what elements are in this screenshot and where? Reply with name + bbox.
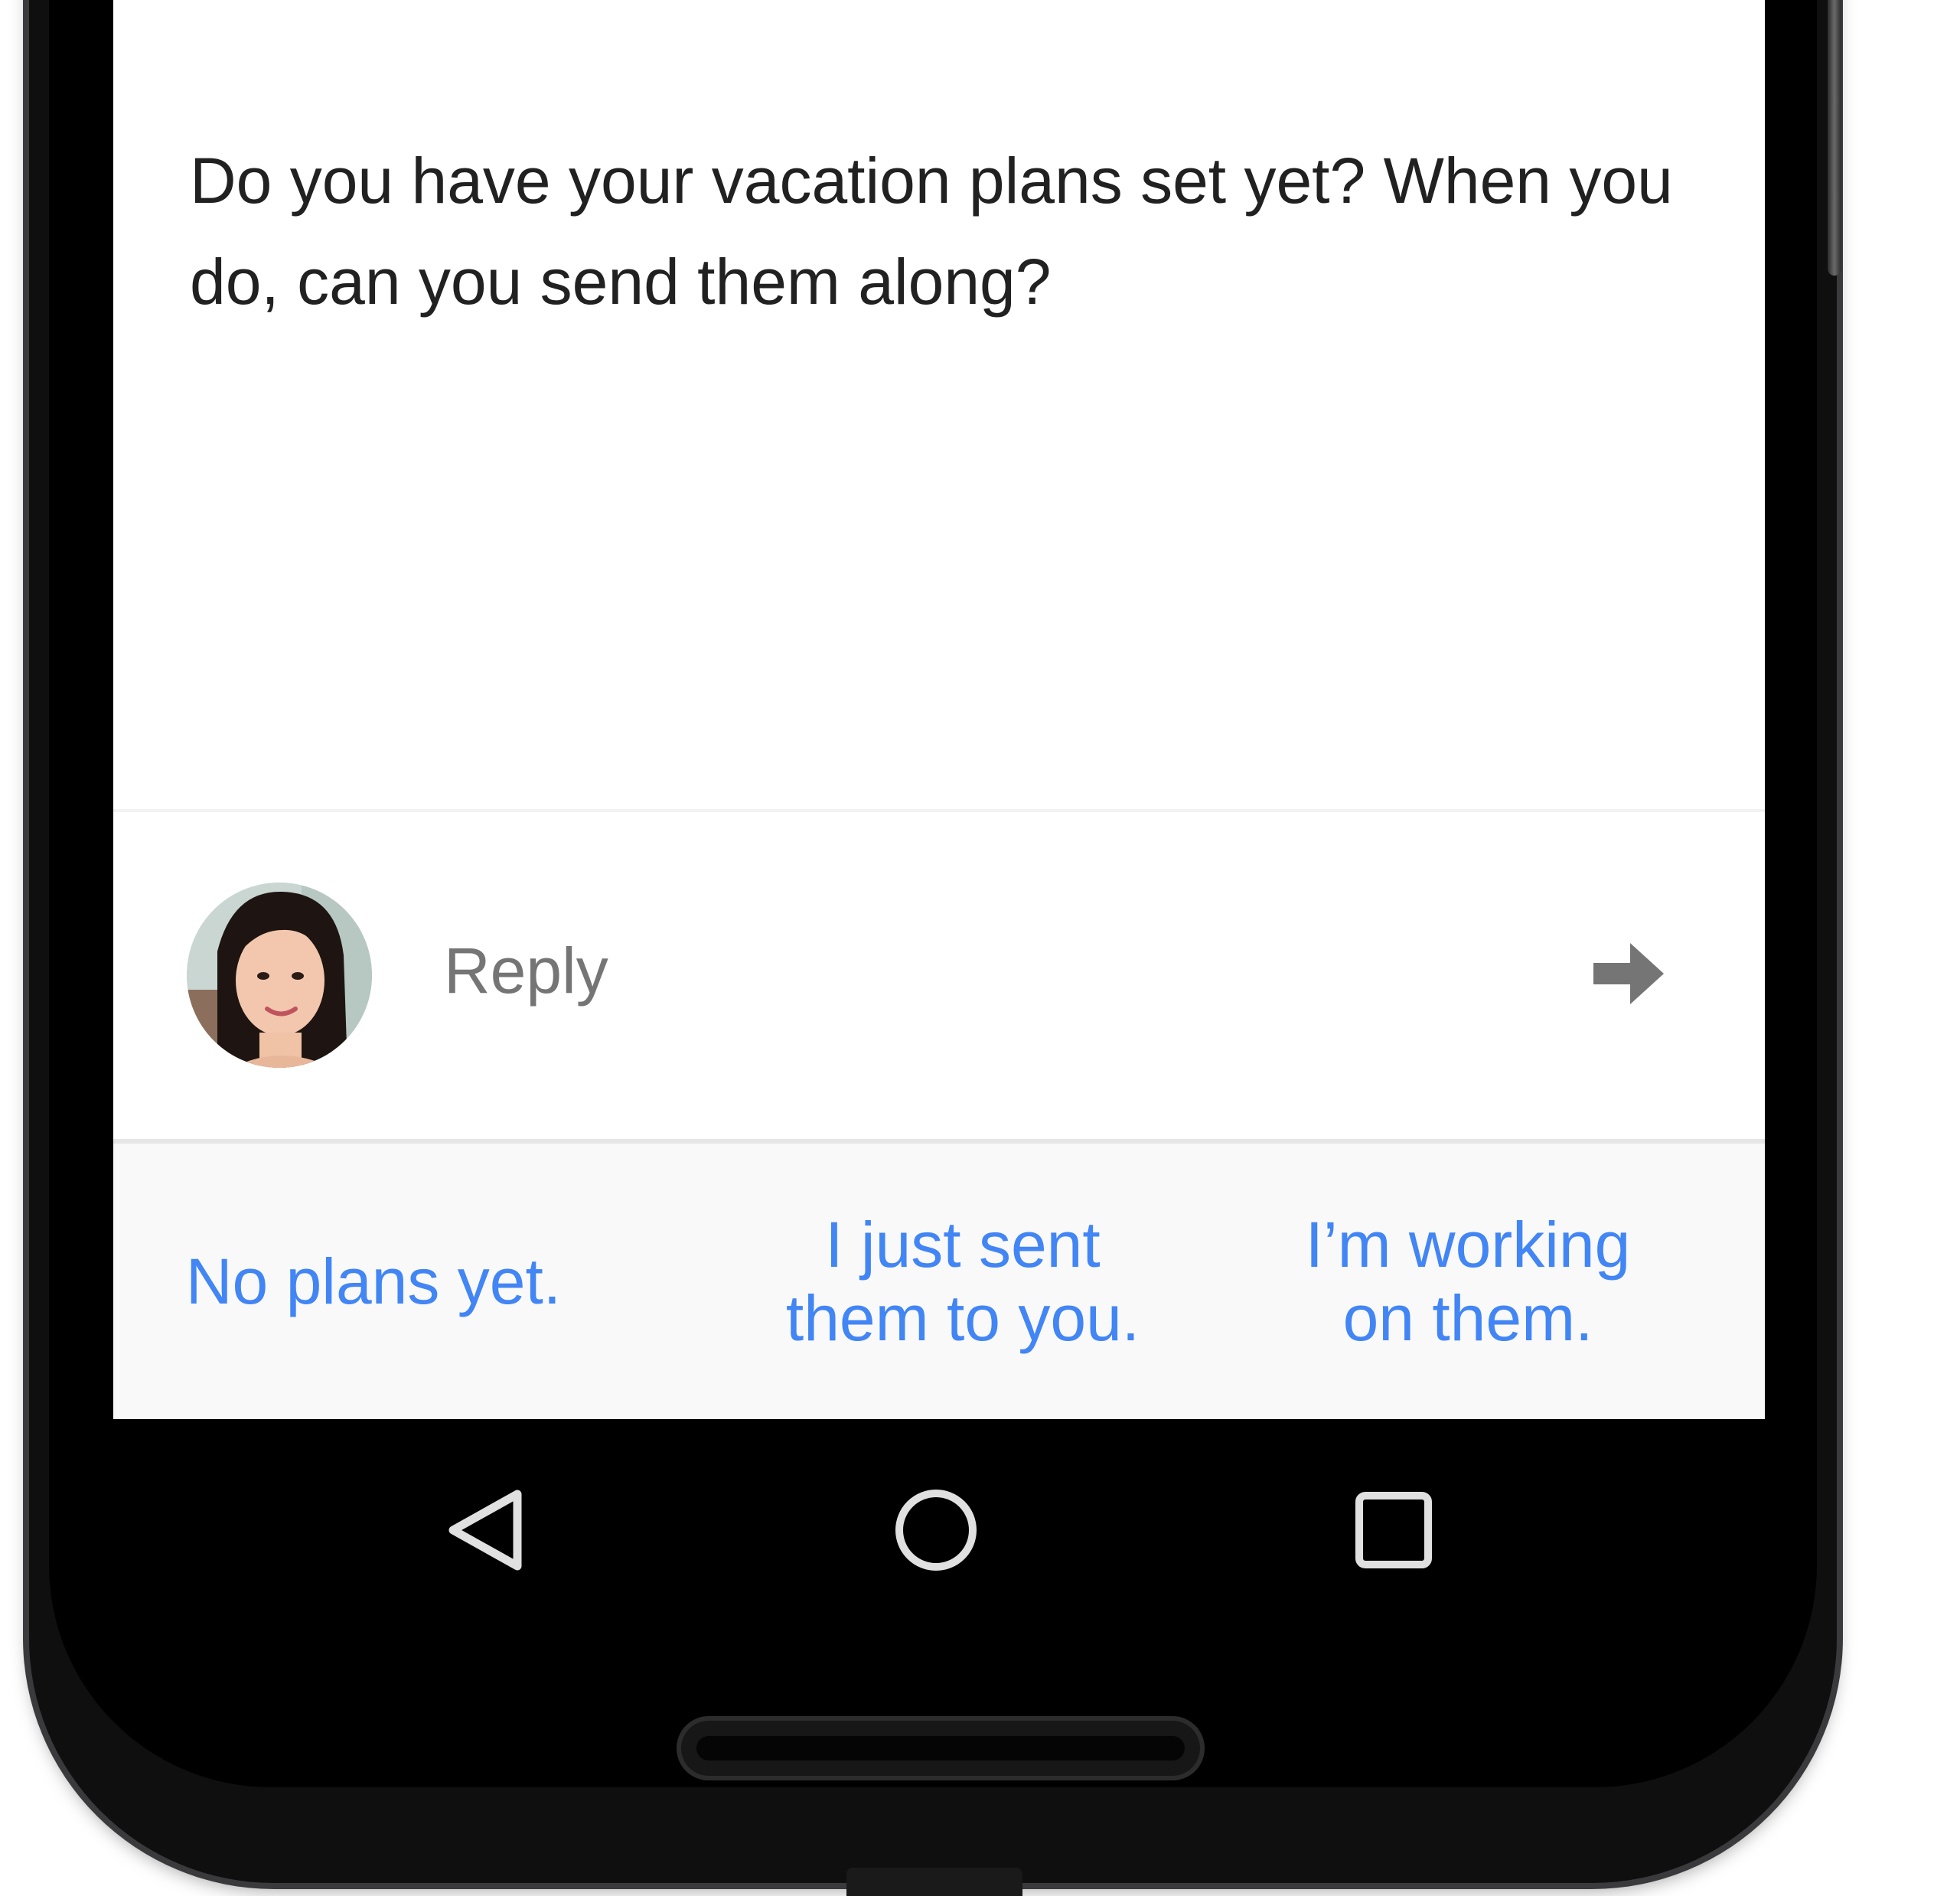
smart-reply-label: No plans yet. bbox=[185, 1245, 562, 1317]
back-triangle-icon[interactable] bbox=[427, 1473, 542, 1588]
speaker-grille bbox=[677, 1716, 1205, 1780]
phone-mockup: Do you have your vacation plans set yet?… bbox=[0, 0, 1960, 1896]
phone-screen: Do you have your vacation plans set yet?… bbox=[113, 0, 1765, 1640]
reply-input[interactable]: Reply bbox=[444, 932, 608, 1009]
home-circle-icon[interactable] bbox=[879, 1473, 993, 1588]
bottom-port bbox=[846, 1868, 1022, 1896]
smart-reply-label: I just sent them to you. bbox=[785, 1209, 1140, 1354]
smart-reply-working[interactable]: I’m working on them. bbox=[1223, 1144, 1713, 1419]
avatar bbox=[187, 883, 372, 1068]
side-button bbox=[1828, 0, 1841, 276]
smart-reply-bar: No plans yet. I just sent them to you. I… bbox=[113, 1144, 1765, 1419]
smart-reply-just-sent[interactable]: I just sent them to you. bbox=[695, 1144, 1231, 1419]
smart-reply-label: I’m working on them. bbox=[1305, 1209, 1631, 1354]
navigation-bar bbox=[113, 1419, 1765, 1640]
speaker-slot bbox=[696, 1736, 1185, 1761]
message-body: Do you have your vacation plans set yet?… bbox=[190, 145, 1673, 318]
smart-reply-no-plans[interactable]: No plans yet. bbox=[159, 1144, 588, 1419]
recent-apps-square-icon[interactable] bbox=[1336, 1473, 1451, 1588]
arrow-right-icon[interactable] bbox=[1590, 935, 1667, 1012]
